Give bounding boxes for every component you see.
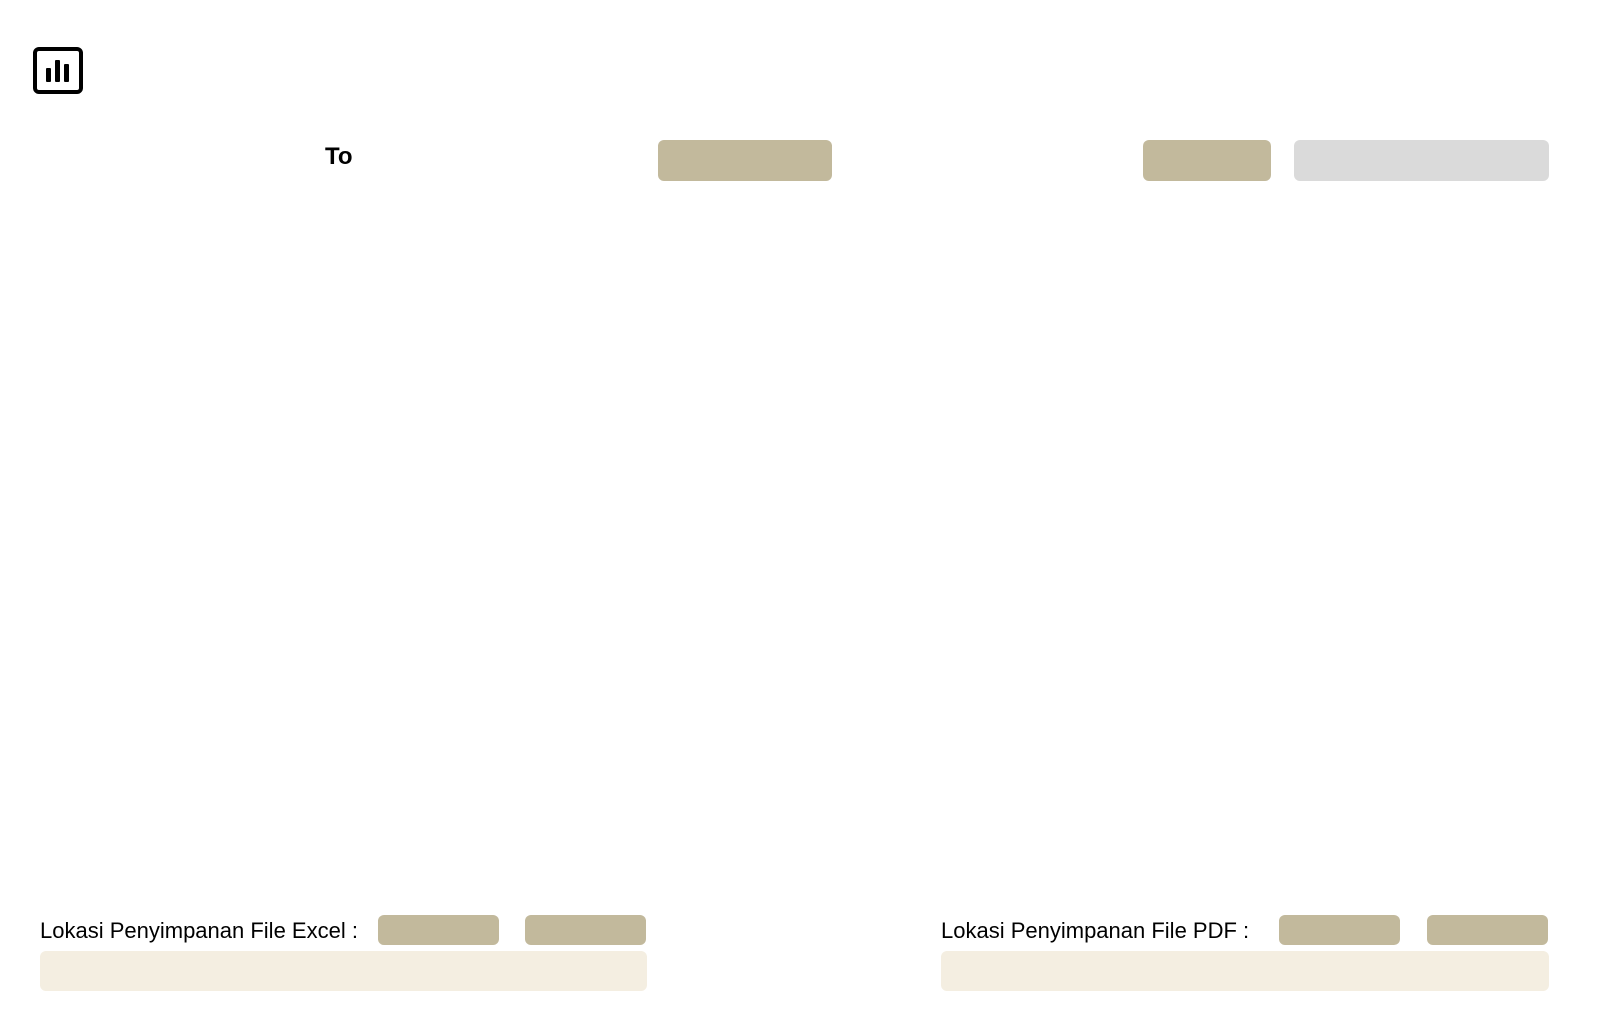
bar-chart-icon-bar [64,64,69,82]
excel-location-label: Lokasi Penyimpanan File Excel : [40,918,358,943]
pdf-location-label: Lokasi Penyimpanan File PDF : [941,918,1250,943]
bar-chart-icon [33,47,83,94]
excel-browse-button[interactable] [378,915,499,945]
action-button[interactable] [1143,140,1271,181]
pdf-path-field[interactable] [941,951,1549,991]
select-field[interactable] [1294,140,1549,181]
pdf-export-button[interactable] [1427,915,1548,945]
excel-export-button[interactable] [525,915,646,945]
to-date-button[interactable] [658,140,832,181]
excel-path-field[interactable] [40,951,647,991]
pdf-browse-button[interactable] [1279,915,1400,945]
to-label: To [325,143,353,170]
bar-chart-icon-bar [46,68,51,82]
bar-chart-icon-bar [55,60,60,82]
